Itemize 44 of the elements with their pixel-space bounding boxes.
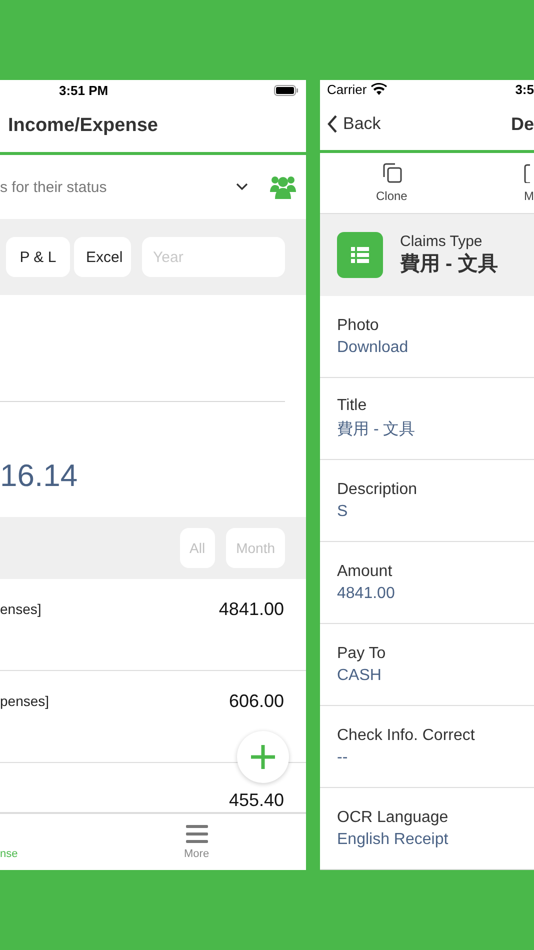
menu-icon[interactable] — [186, 825, 208, 843]
field-value: S — [337, 502, 349, 520]
toolbar-button[interactable]: M — [524, 163, 534, 203]
field-value: -- — [337, 748, 349, 766]
entry-category: enses] — [0, 601, 42, 617]
field-value: 費用 - 文具 — [337, 420, 416, 440]
field-label: Title — [337, 397, 368, 415]
status-time: 3:51 PM — [59, 82, 108, 98]
battery-icon — [274, 84, 298, 96]
total-amount: 16.14 — [0, 458, 79, 494]
field-label: Description — [337, 480, 418, 498]
screen-title: De — [510, 114, 534, 134]
copy-icon[interactable] — [382, 163, 402, 183]
field-label: Check Info. Correct — [337, 726, 476, 744]
status-time: 3:5 — [515, 82, 534, 96]
field-value: English Receipt — [337, 830, 450, 848]
wifi-icon — [370, 83, 387, 95]
field-label: OCR Language — [337, 808, 450, 826]
field-label: Photo — [337, 316, 380, 334]
toolbar-button[interactable]: Clone — [376, 163, 408, 203]
field-label: Pay To — [337, 644, 387, 662]
field-value: Download — [337, 338, 410, 356]
entry-amount: 4841.00 — [218, 599, 284, 620]
claims-type-value: 費用 - 文具 — [400, 252, 498, 277]
entry-amount: 455.40 — [228, 790, 284, 811]
screen-title: Income/Expense — [8, 115, 158, 137]
claims-type-label: Claims Type — [400, 233, 484, 250]
plus-icon[interactable] — [249, 743, 277, 771]
add-button[interactable] — [237, 731, 289, 783]
entry-amount: 606.00 — [228, 691, 284, 712]
list-icon — [337, 232, 383, 278]
report-button[interactable]: P & L — [6, 237, 70, 277]
report-button[interactable]: Excel — [74, 237, 131, 277]
status-filter[interactable]: s for their status — [0, 178, 107, 196]
people-icon[interactable] — [270, 175, 296, 199]
back-icon[interactable] — [327, 115, 338, 133]
carrier-name: Carrier — [327, 82, 367, 96]
tab-item[interactable]: More — [184, 814, 210, 866]
field-label: Amount — [337, 562, 394, 580]
entry-category: penses] — [0, 693, 50, 709]
chevron-down-icon[interactable] — [236, 183, 248, 191]
back-button[interactable]: Back — [327, 114, 381, 134]
field-value: CASH — [337, 666, 382, 684]
field-value: 4841.00 — [337, 584, 396, 602]
